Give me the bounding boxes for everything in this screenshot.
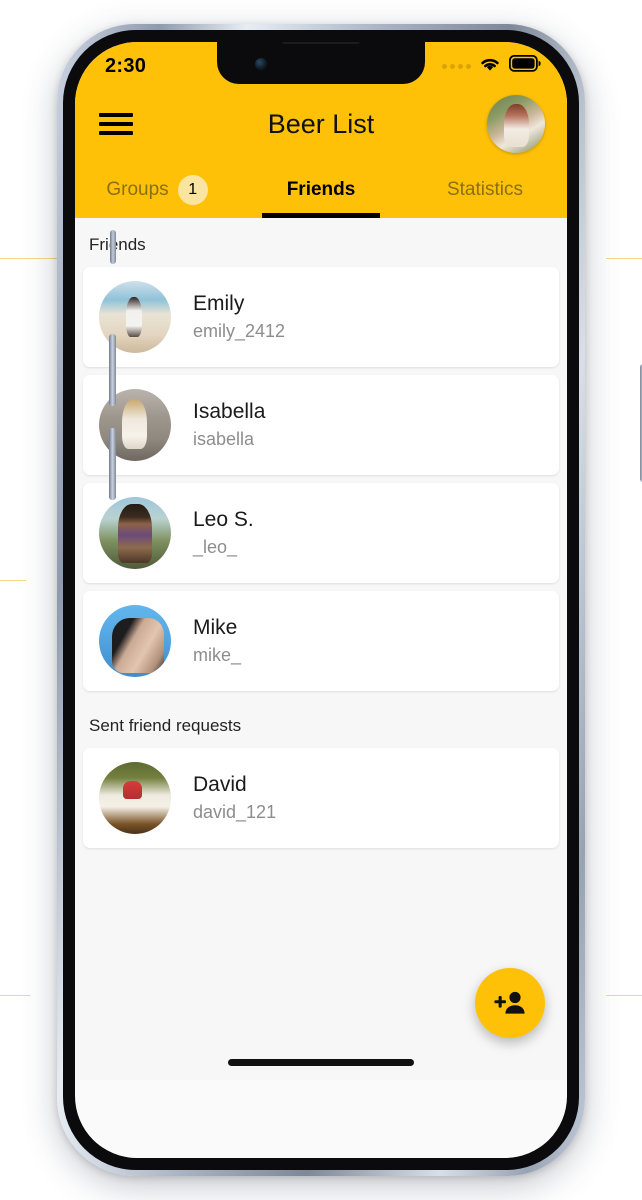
backdrop-guide-line (0, 580, 26, 581)
friend-handle: emily_2412 (193, 321, 286, 341)
volume-down-button[interactable] (109, 428, 116, 500)
hamburger-menu-icon[interactable] (99, 108, 133, 140)
friends-list-content: Friends Emily emily_2412 Isabella isabel… (75, 218, 567, 1080)
tab-friends-label: Friends (286, 179, 356, 200)
tab-statistics-label: Statistics (446, 179, 524, 200)
list-item[interactable]: Emily emily_2412 (83, 267, 559, 367)
tab-groups[interactable]: Groups 1 (75, 162, 239, 218)
battery-full-icon (508, 54, 541, 77)
backdrop-guide-line (0, 258, 62, 259)
avatar (99, 762, 171, 834)
friend-name: Leo S. (193, 508, 254, 531)
tab-statistics[interactable]: Statistics (403, 162, 567, 218)
list-item-text: Mike mike_ (193, 616, 241, 666)
person-add-icon (494, 991, 525, 1014)
phone-screen: 2:30 Beer List Groups 1 Friends Statisti… (75, 42, 567, 1158)
title-bar: Beer List (75, 86, 567, 162)
front-camera-icon (255, 58, 267, 70)
list-item-text: David david_121 (193, 773, 276, 823)
wifi-icon (478, 55, 502, 78)
friend-name: Isabella (193, 400, 266, 423)
tab-friends[interactable]: Friends (239, 162, 403, 218)
friend-handle: isabella (193, 429, 255, 449)
friend-handle: david_121 (193, 802, 277, 822)
silent-switch-button[interactable] (110, 230, 116, 264)
friend-name: Mike (193, 616, 238, 639)
backdrop-guide-line (606, 995, 642, 996)
list-item[interactable]: Isabella isabella (83, 375, 559, 475)
list-item-text: Isabella isabella (193, 400, 265, 450)
tab-bar: Groups 1 Friends Statistics (75, 162, 567, 218)
home-indicator[interactable] (228, 1059, 414, 1066)
display-notch (217, 42, 425, 84)
friend-name: Emily (193, 292, 245, 315)
signal-dots-icon (442, 63, 471, 69)
avatar (99, 605, 171, 677)
profile-avatar[interactable] (487, 95, 545, 153)
tab-groups-label: Groups (106, 179, 169, 200)
earpiece-speaker-icon (282, 42, 360, 44)
backdrop-guide-line (0, 995, 30, 996)
list-item-text: Leo S. _leo_ (193, 508, 254, 558)
phone-device-frame: 2:30 Beer List Groups 1 Friends Statisti… (57, 24, 642, 1176)
list-item[interactable]: Mike mike_ (83, 591, 559, 691)
status-bar-indicators (442, 51, 541, 78)
friend-handle: _leo_ (193, 537, 238, 557)
list-item[interactable]: Leo S. _leo_ (83, 483, 559, 583)
friend-handle: mike_ (193, 645, 242, 665)
tab-groups-badge: 1 (177, 175, 208, 205)
list-item[interactable]: David david_121 (83, 748, 559, 848)
friend-name: David (193, 773, 247, 796)
status-bar-clock: 2:30 (105, 54, 147, 77)
volume-up-button[interactable] (109, 334, 116, 406)
avatar (99, 497, 171, 569)
list-item-text: Emily emily_2412 (193, 292, 285, 342)
backdrop-guide-line (606, 258, 642, 259)
section-header-friends: Friends (89, 235, 146, 254)
device-bezel: 2:30 Beer List Groups 1 Friends Statisti… (63, 30, 579, 1170)
section-header-sent-requests: Sent friend requests (89, 716, 242, 735)
add-friend-button[interactable] (475, 968, 545, 1038)
